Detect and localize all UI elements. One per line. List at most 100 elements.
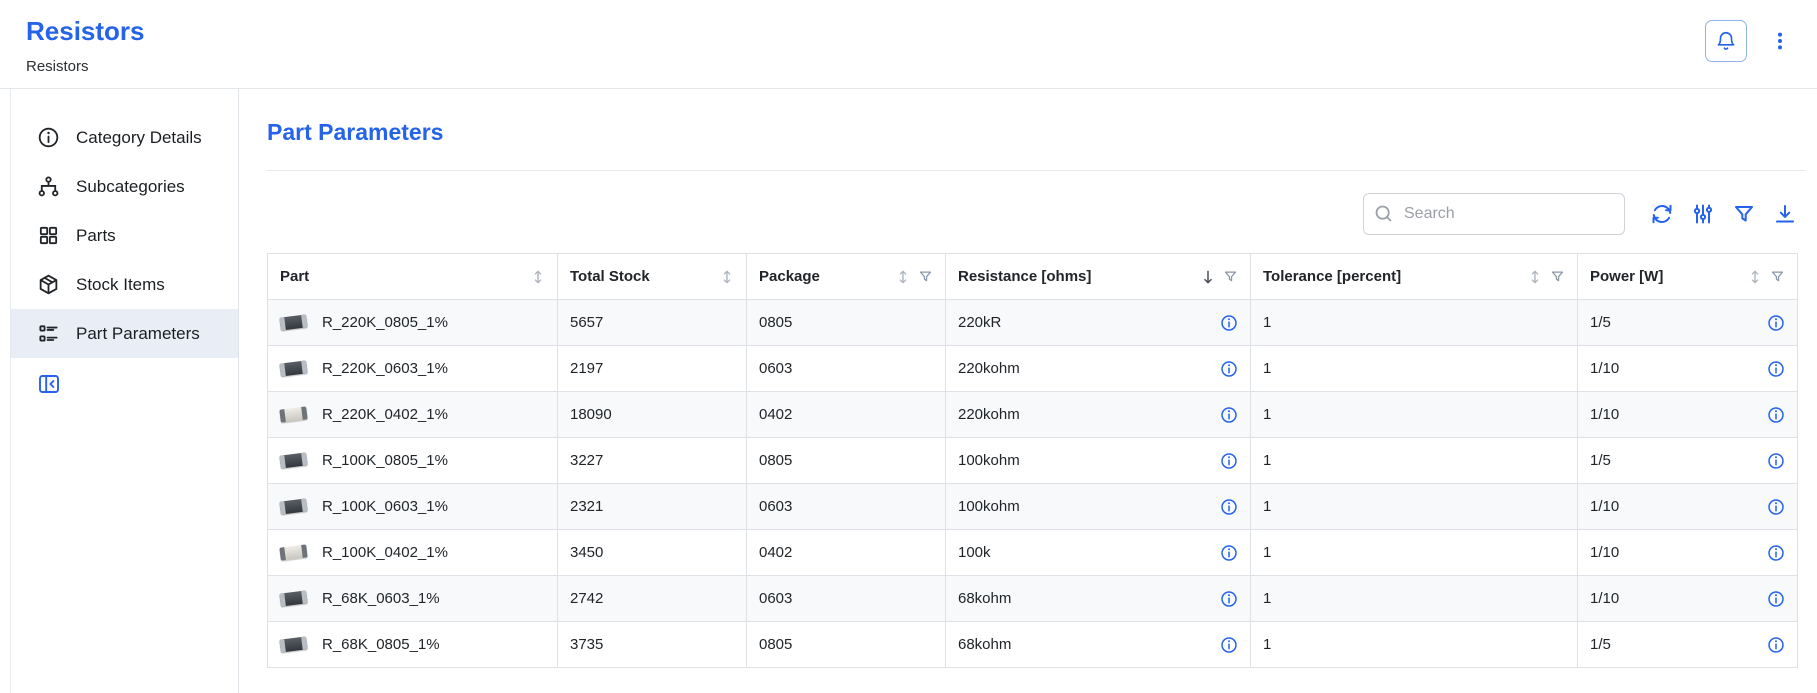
info-icon[interactable] <box>1767 314 1785 332</box>
total-stock-cell: 2321 <box>558 484 747 530</box>
table-row[interactable]: R_68K_0603_1% 2742 0603 68kohm 1 1/10 <box>268 576 1798 622</box>
notifications-button[interactable] <box>1705 20 1747 62</box>
resistance-cell: 220kohm <box>946 346 1251 392</box>
column-header-total-stock[interactable]: Total Stock <box>558 254 747 300</box>
column-settings-button[interactable] <box>1691 202 1715 226</box>
resistance-cell: 100kohm <box>946 484 1251 530</box>
search-icon <box>1373 203 1394 229</box>
part-thumbnail-icon <box>279 590 307 606</box>
info-icon[interactable] <box>1767 452 1785 470</box>
part-name[interactable]: R_100K_0402_1% <box>322 544 448 561</box>
column-filter-icon[interactable] <box>918 269 933 284</box>
part-cell: R_220K_0402_1% <box>268 392 558 438</box>
sidebar-item-part-parameters[interactable]: Part Parameters <box>11 309 238 358</box>
part-name[interactable]: R_100K_0603_1% <box>322 498 448 515</box>
info-icon[interactable] <box>1767 498 1785 516</box>
search-input[interactable] <box>1363 193 1625 235</box>
kebab-icon <box>1769 30 1791 52</box>
part-thumbnail-icon <box>279 406 307 422</box>
sidebar-item-category-details[interactable]: Category Details <box>11 113 238 162</box>
app-header: Resistors Resistors <box>0 0 1817 89</box>
total-stock-cell: 3735 <box>558 622 747 668</box>
table-toolbar <box>267 193 1797 235</box>
filter-button[interactable] <box>1732 202 1756 226</box>
column-header-package[interactable]: Package <box>747 254 946 300</box>
tolerance-cell: 1 <box>1251 576 1578 622</box>
package-cell: 0603 <box>747 346 946 392</box>
info-icon[interactable] <box>1767 636 1785 654</box>
column-filter-icon[interactable] <box>1770 269 1785 284</box>
info-icon[interactable] <box>1767 544 1785 562</box>
part-name[interactable]: R_100K_0805_1% <box>322 452 448 469</box>
sort-icon[interactable] <box>720 269 734 285</box>
info-icon[interactable] <box>1220 636 1238 654</box>
sort-icon[interactable] <box>896 269 910 285</box>
package-cell: 0805 <box>747 300 946 346</box>
table-row[interactable]: R_220K_0402_1% 18090 0402 220kohm 1 1/10 <box>268 392 1798 438</box>
part-name[interactable]: R_220K_0402_1% <box>322 406 448 423</box>
info-icon[interactable] <box>1767 406 1785 424</box>
collapse-sidebar-button[interactable] <box>37 372 61 396</box>
sidebar-item-subcategories[interactable]: Subcategories <box>11 162 238 211</box>
column-header-resistance[interactable]: Resistance [ohms] <box>946 254 1251 300</box>
sort-descending-icon[interactable] <box>1201 269 1215 285</box>
info-icon[interactable] <box>1767 360 1785 378</box>
total-stock-cell: 3450 <box>558 530 747 576</box>
refresh-button[interactable] <box>1650 202 1674 226</box>
part-name[interactable]: R_220K_0603_1% <box>322 360 448 377</box>
power-cell: 1/10 <box>1578 484 1798 530</box>
sort-icon[interactable] <box>1748 269 1762 285</box>
column-label: Total Stock <box>570 268 720 285</box>
page-title: Resistors <box>26 16 145 47</box>
package-cell: 0603 <box>747 484 946 530</box>
info-icon[interactable] <box>1220 360 1238 378</box>
table-row[interactable]: R_100K_0603_1% 2321 0603 100kohm 1 1/10 <box>268 484 1798 530</box>
info-icon[interactable] <box>1220 590 1238 608</box>
power-cell: 1/10 <box>1578 392 1798 438</box>
table-row[interactable]: R_220K_0603_1% 2197 0603 220kohm 1 1/10 <box>268 346 1798 392</box>
info-icon[interactable] <box>1220 544 1238 562</box>
sidebar-item-label: Stock Items <box>76 275 165 295</box>
column-header-part[interactable]: Part <box>268 254 558 300</box>
power-value: 1/10 <box>1590 544 1619 561</box>
sidebar-item-stock-items[interactable]: Stock Items <box>11 260 238 309</box>
sidebar-item-parts[interactable]: Parts <box>11 211 238 260</box>
resistance-value: 68kohm <box>958 590 1011 607</box>
cube-icon <box>37 273 60 296</box>
sort-icon[interactable] <box>531 269 545 285</box>
table-row[interactable]: R_220K_0805_1% 5657 0805 220kR 1 1/5 <box>268 300 1798 346</box>
part-thumbnail-icon <box>279 360 307 376</box>
info-icon[interactable] <box>1220 452 1238 470</box>
info-icon[interactable] <box>1220 406 1238 424</box>
tolerance-cell: 1 <box>1251 484 1578 530</box>
power-value: 1/10 <box>1590 360 1619 377</box>
info-icon[interactable] <box>1767 590 1785 608</box>
tolerance-cell: 1 <box>1251 622 1578 668</box>
table-row[interactable]: R_68K_0805_1% 3735 0805 68kohm 1 1/5 <box>268 622 1798 668</box>
column-filter-icon[interactable] <box>1550 269 1565 284</box>
info-icon[interactable] <box>1220 498 1238 516</box>
sort-icon[interactable] <box>1528 269 1542 285</box>
part-name[interactable]: R_220K_0805_1% <box>322 314 448 331</box>
table-row[interactable]: R_100K_0805_1% 3227 0805 100kohm 1 1/5 <box>268 438 1798 484</box>
package-cell: 0603 <box>747 576 946 622</box>
part-cell: R_100K_0603_1% <box>268 484 558 530</box>
table-row[interactable]: R_100K_0402_1% 3450 0402 100k 1 1/10 <box>268 530 1798 576</box>
header-left: Resistors Resistors <box>26 16 145 75</box>
part-name[interactable]: R_68K_0805_1% <box>322 636 440 653</box>
page: Resistors Resistors Category <box>0 0 1817 693</box>
part-name[interactable]: R_68K_0603_1% <box>322 590 440 607</box>
download-button[interactable] <box>1773 202 1797 226</box>
overflow-menu-button[interactable] <box>1769 30 1791 52</box>
column-header-tolerance[interactable]: Tolerance [percent] <box>1251 254 1578 300</box>
column-label: Part <box>280 268 531 285</box>
tolerance-cell: 1 <box>1251 438 1578 484</box>
column-filter-icon[interactable] <box>1223 269 1238 284</box>
package-cell: 0402 <box>747 392 946 438</box>
sidebar-collapse-row <box>11 358 238 396</box>
tolerance-cell: 1 <box>1251 530 1578 576</box>
refresh-icon <box>1650 202 1674 226</box>
info-icon[interactable] <box>1220 314 1238 332</box>
power-cell: 1/10 <box>1578 530 1798 576</box>
column-header-power[interactable]: Power [W] <box>1578 254 1798 300</box>
